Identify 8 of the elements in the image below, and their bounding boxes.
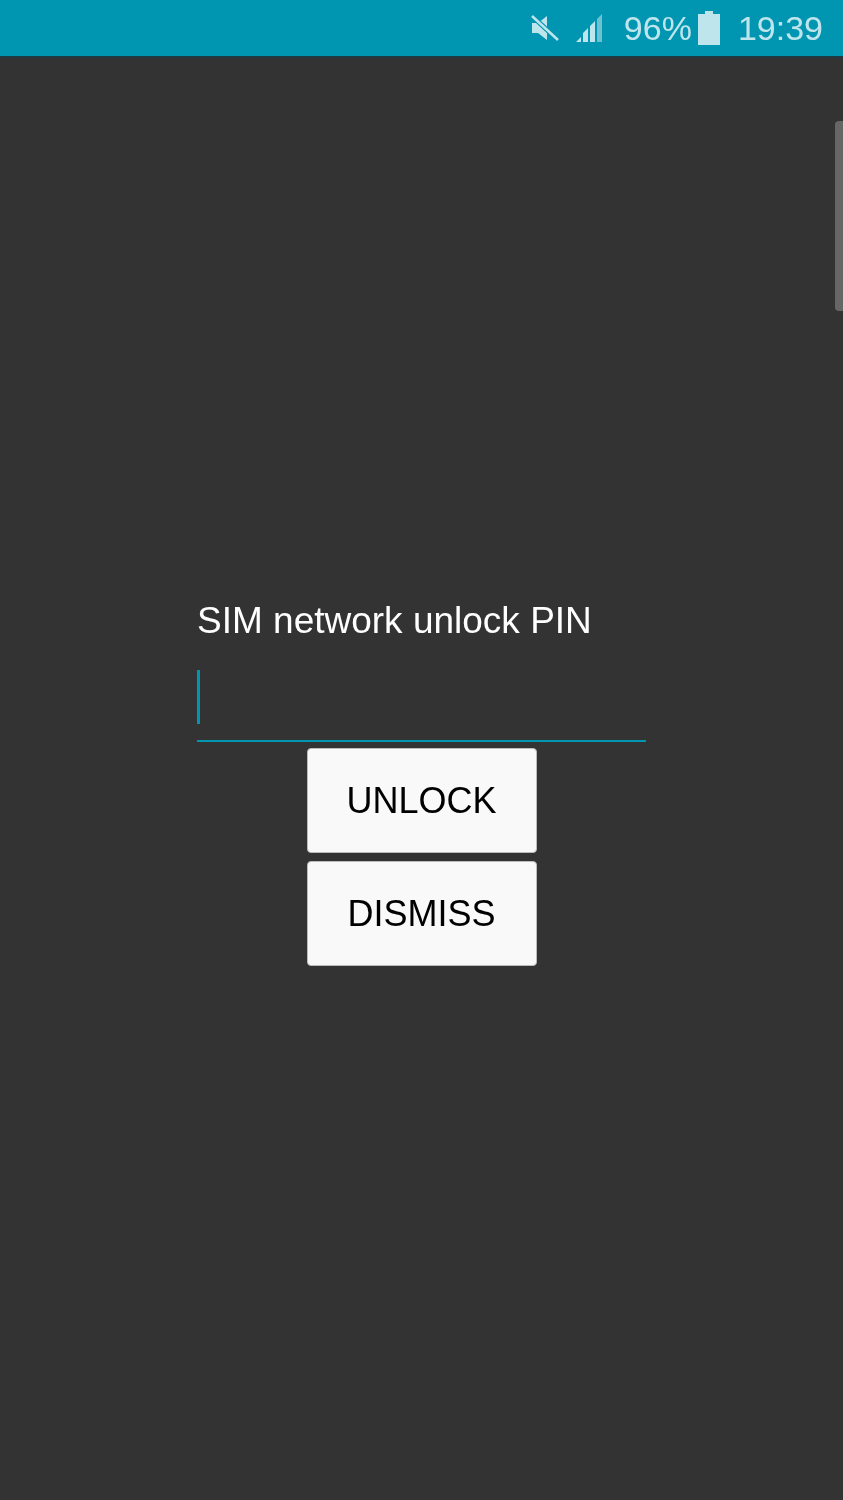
battery-icon (697, 11, 720, 45)
action-button[interactable]: UNLOCK (306, 748, 537, 853)
action-button[interactable]: DISMISS (306, 861, 537, 966)
mute-icon (529, 14, 560, 42)
prompt-label: SIM network unlock PIN (197, 599, 592, 643)
battery-percent: 96% (623, 8, 692, 48)
text-cursor (197, 670, 200, 724)
clock-time: 19:39 (737, 8, 823, 48)
